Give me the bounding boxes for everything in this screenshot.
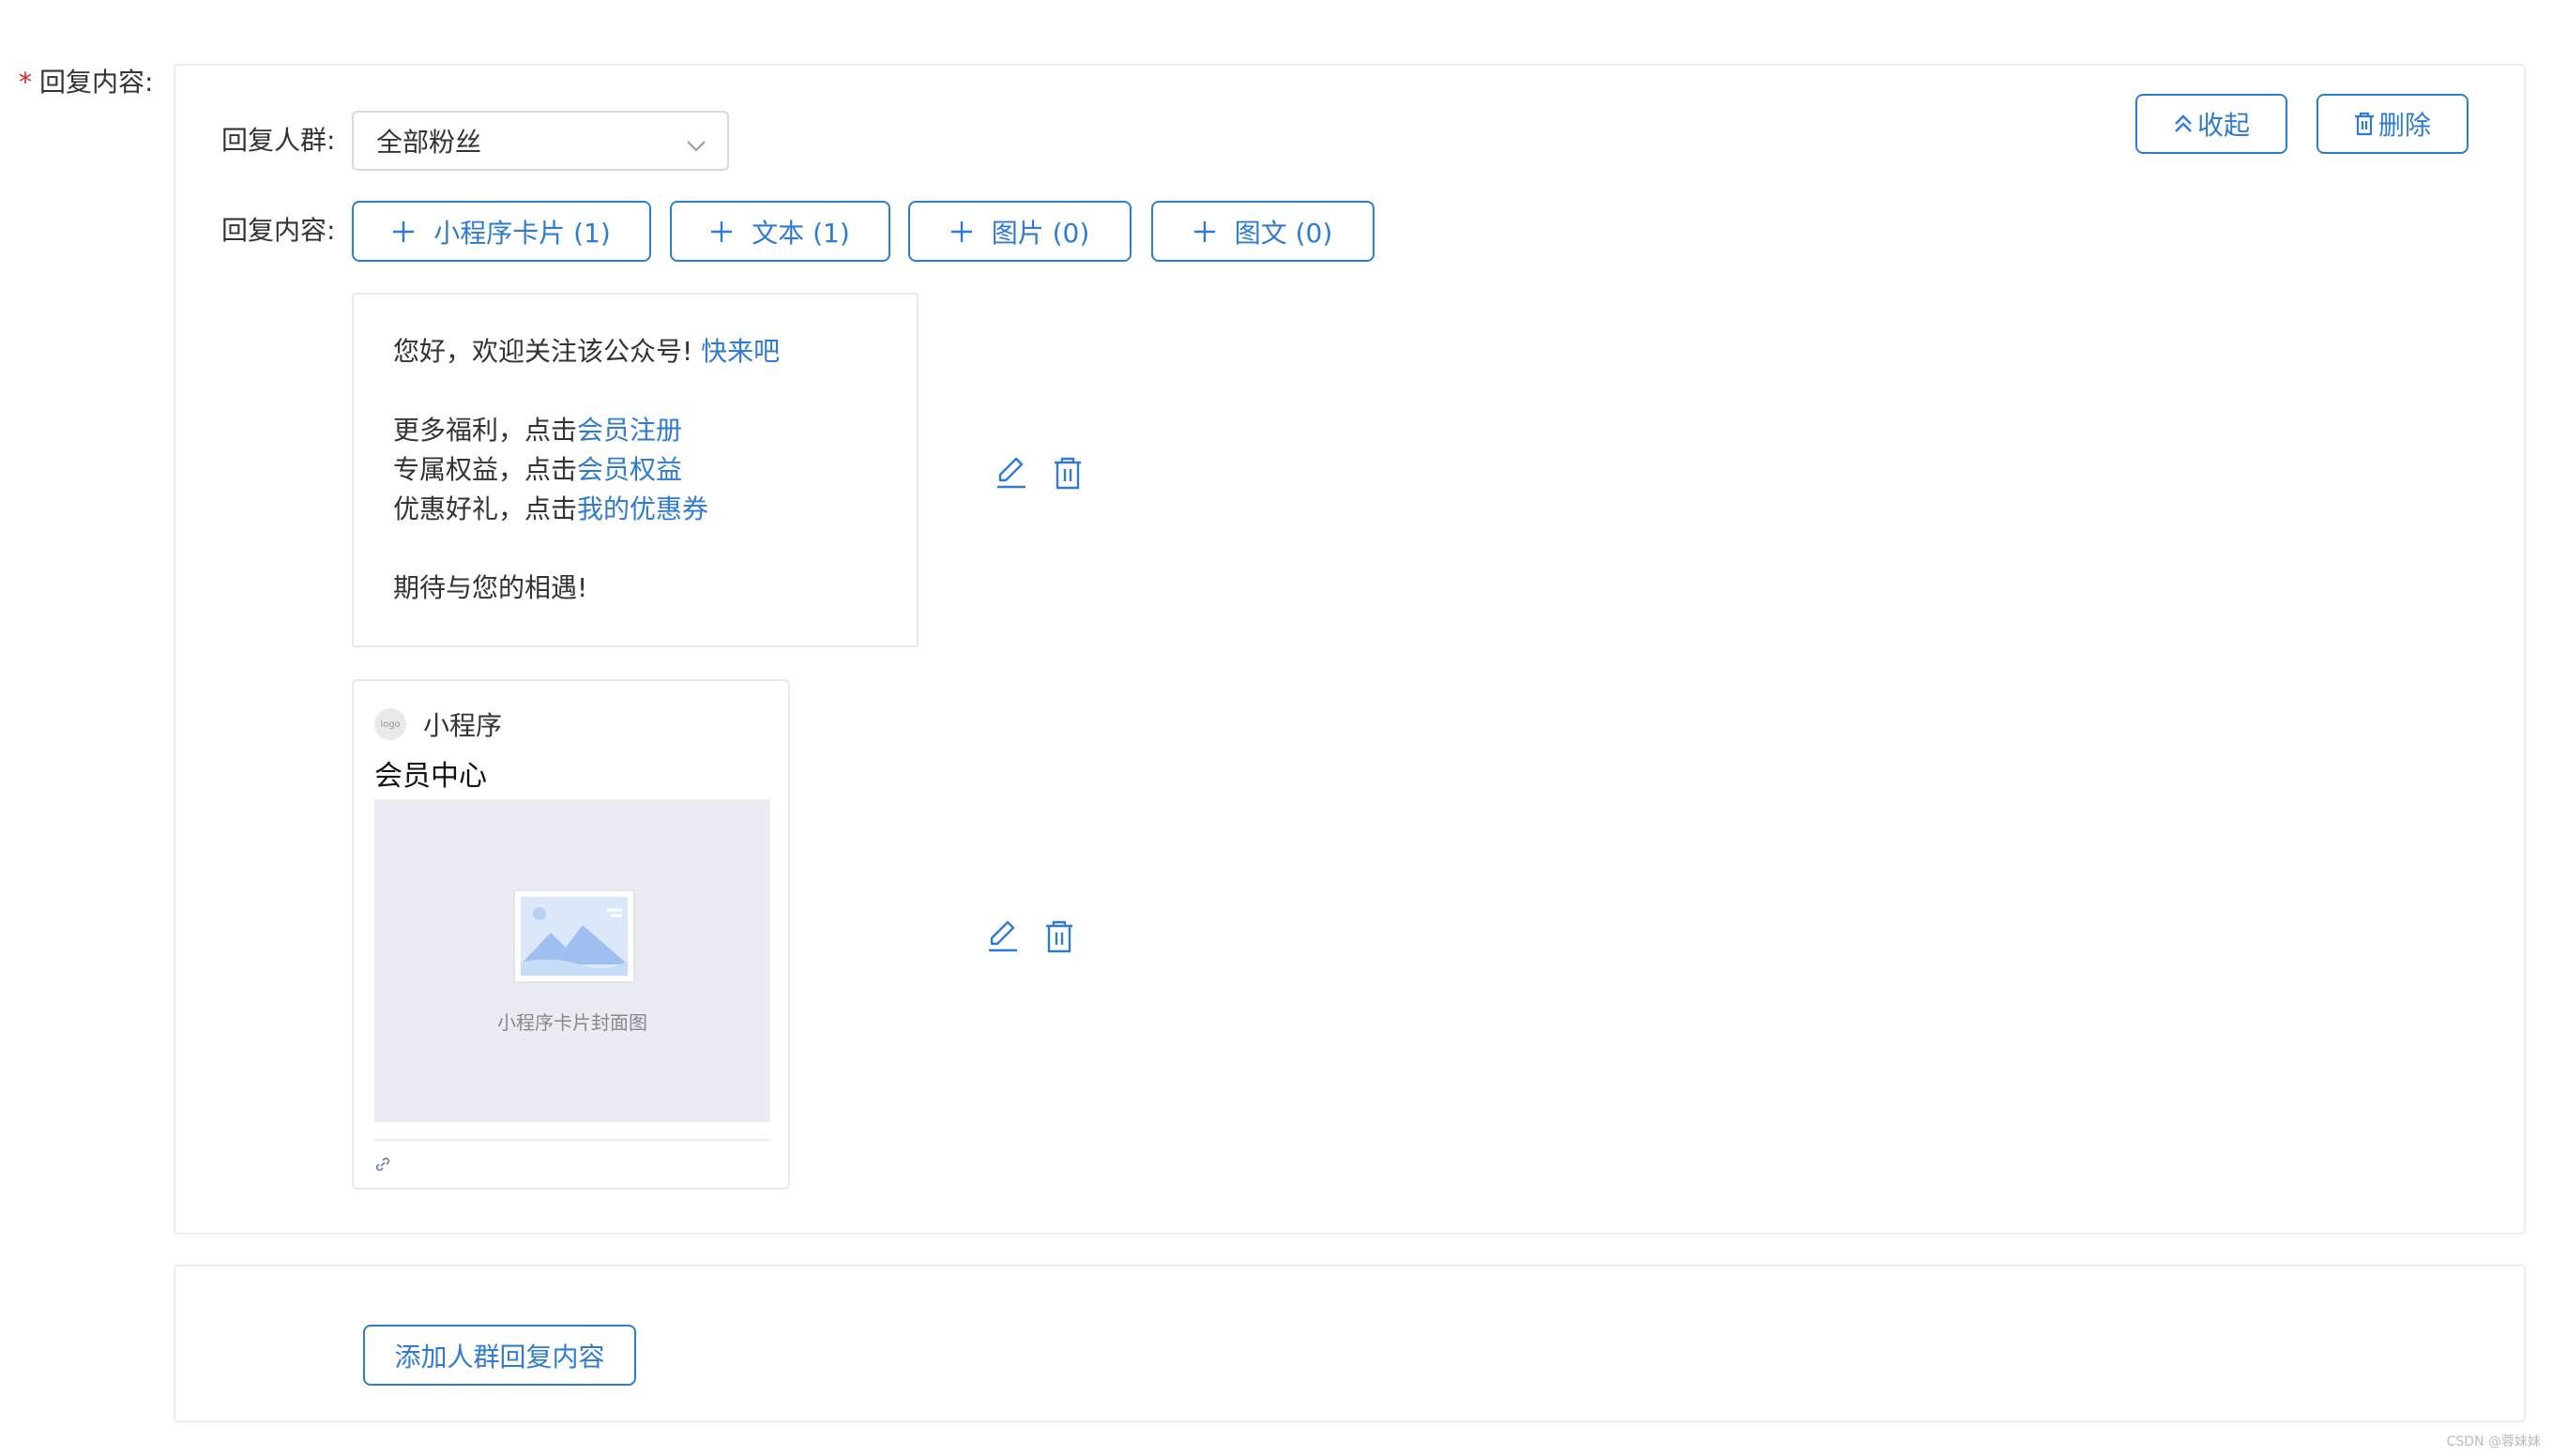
image-placeholder-icon <box>513 889 635 987</box>
mini-program-cover: 小程序卡片封面图 <box>374 799 770 1122</box>
add-text-label: 文本 (1) <box>752 217 850 249</box>
text-line-5: 期待与您的相遇! <box>393 572 588 603</box>
add-text-button[interactable]: 文本 (1) <box>670 201 890 262</box>
logo-icon: logo <box>374 708 406 740</box>
plus-icon <box>950 220 973 243</box>
welcome-link[interactable]: 快来吧 <box>701 336 780 367</box>
audience-select[interactable]: 全部粉丝 <box>352 111 729 171</box>
add-mini-program-card-label: 小程序卡片 (1) <box>433 217 611 249</box>
delete-label: 删除 <box>2377 110 2431 141</box>
text-line-1: 您好，欢迎关注该公众号! 快来吧 <box>393 332 917 372</box>
audience-select-value: 全部粉丝 <box>376 127 482 158</box>
text-line-4: 优惠好礼，点击我的优惠券 <box>393 490 917 529</box>
add-group-reply-label: 添加人群回复内容 <box>394 1341 605 1373</box>
text-line-1-text: 您好，欢迎关注该公众号! <box>393 336 702 367</box>
trash-icon <box>2354 112 2375 136</box>
delete-mini-program-icon[interactable] <box>1043 918 1075 955</box>
content-type-label: 回复内容: <box>221 215 336 246</box>
collapse-label: 收起 <box>2196 110 2250 141</box>
text-line-3: 专属权益，点击会员权益 <box>393 450 917 490</box>
reply-content-label: 回复内容: <box>39 67 154 98</box>
audience-label: 回复人群: <box>221 125 336 156</box>
add-article-button[interactable]: 图文 (0) <box>1151 201 1375 262</box>
cover-caption: 小程序卡片封面图 <box>497 1011 647 1034</box>
add-article-label: 图文 (0) <box>1234 217 1333 249</box>
plus-icon <box>1193 220 1216 243</box>
mini-program-title: 会员中心 <box>374 760 487 793</box>
collapse-button[interactable]: 收起 <box>2135 94 2287 154</box>
delete-group-button[interactable]: 删除 <box>2317 94 2468 154</box>
member-benefits-link[interactable]: 会员权益 <box>577 454 682 485</box>
watermark: CSDN @蓉妹妹 <box>2446 1434 2541 1449</box>
double-chevron-up-icon <box>2173 113 2194 135</box>
add-mini-program-card-button[interactable]: 小程序卡片 (1) <box>352 201 651 262</box>
reply-content-form-label: * 回复内容: <box>19 64 153 101</box>
mini-program-header: logo 小程序 <box>374 705 502 743</box>
chevron-down-icon <box>686 131 706 162</box>
add-image-label: 图片 (0) <box>991 217 1090 249</box>
mini-program-card: logo 小程序 会员中心 小程序卡片封面图 <box>352 679 790 1190</box>
add-image-button[interactable]: 图片 (0) <box>908 201 1132 262</box>
required-mark: * <box>19 67 32 98</box>
text-line-3-text: 专属权益，点击 <box>393 454 578 485</box>
mini-program-app-label: 小程序 <box>423 710 503 741</box>
edit-mini-program-icon[interactable] <box>986 918 1020 955</box>
text-message-card: 您好，欢迎关注该公众号! 快来吧 更多福利，点击会员注册 专属权益，点击会员权益… <box>352 293 919 647</box>
delete-text-icon[interactable] <box>1052 454 1084 492</box>
plus-icon <box>710 220 733 243</box>
text-line-2: 更多福利，点击会员注册 <box>393 411 917 450</box>
plus-icon <box>392 220 415 243</box>
text-line-4-text: 优惠好礼，点击 <box>393 493 578 524</box>
text-line-2-text: 更多福利，点击 <box>393 415 578 446</box>
member-register-link[interactable]: 会员注册 <box>577 415 682 446</box>
card-divider <box>374 1139 770 1141</box>
edit-text-icon[interactable] <box>995 454 1028 492</box>
add-group-reply-button[interactable]: 添加人群回复内容 <box>363 1325 636 1386</box>
my-coupons-link[interactable]: 我的优惠券 <box>577 493 708 524</box>
link-icon <box>374 1156 391 1176</box>
